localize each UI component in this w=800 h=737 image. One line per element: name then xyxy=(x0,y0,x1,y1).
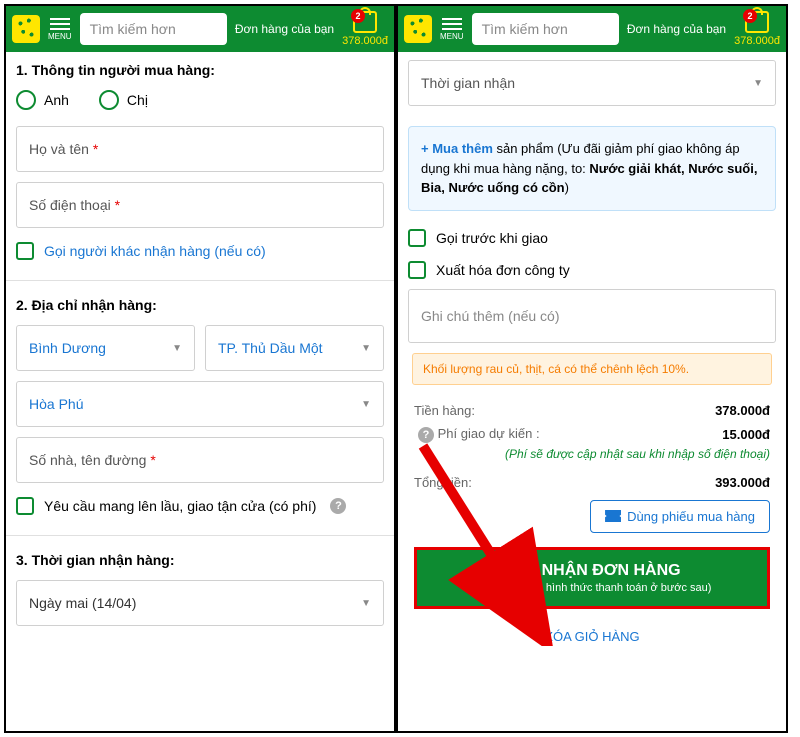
time-select[interactable]: Thời gian nhận▼ xyxy=(408,60,776,106)
province-select[interactable]: Bình Dương▼ xyxy=(16,325,195,371)
note-input[interactable]: Ghi chú thêm (nếu có) xyxy=(408,289,776,343)
cart-button[interactable]: 2 378.000đ xyxy=(734,11,780,47)
hamburger-icon xyxy=(442,18,462,30)
info-icon[interactable]: ? xyxy=(418,427,434,443)
checkbox-label: Yêu cầu mang lên lầu, giao tận cửa (có p… xyxy=(44,498,316,514)
cart-total: 378.000đ xyxy=(734,35,780,47)
section-delivery-time: 3. Thời gian nhận hàng: xyxy=(16,552,384,568)
clear-cart-link[interactable]: XÓA GIỎ HÀNG xyxy=(408,615,776,650)
chevron-down-icon: ▼ xyxy=(361,598,371,609)
other-recipient-checkbox[interactable]: Gọi người khác nhận hàng (nếu có) xyxy=(16,238,384,264)
voucher-label: Dùng phiếu mua hàng xyxy=(627,509,755,524)
summary-label: Tiền hàng: xyxy=(414,403,475,418)
goods-total-row: Tiền hàng: 378.000đ xyxy=(408,399,776,422)
checkbox-label: Gọi trước khi giao xyxy=(436,230,548,246)
promo-banner[interactable]: + Mua thêm sản phẩm (Ưu đãi giảm phí gia… xyxy=(408,126,776,211)
radio-label: Chị xyxy=(127,92,148,108)
chevron-down-icon: ▼ xyxy=(172,343,182,354)
app-header: MENU Tìm kiếm hơn Đơn hàng của bạn 2 378… xyxy=(6,6,394,52)
ward-select[interactable]: Hòa Phú▼ xyxy=(16,381,384,427)
summary-value: 393.000đ xyxy=(715,475,770,490)
radio-label: Anh xyxy=(44,92,69,108)
checkbox-icon xyxy=(16,242,34,260)
radio-icon xyxy=(16,90,36,110)
summary-label: ? Phí giao dự kiến : xyxy=(414,426,540,443)
checkbox-icon xyxy=(408,229,426,247)
chevron-down-icon: ▼ xyxy=(753,78,763,89)
my-orders-link[interactable]: Đơn hàng của bạn xyxy=(627,22,726,36)
add-more-link: + Mua thêm xyxy=(421,141,493,156)
street-input[interactable]: Số nhà, tên đường * xyxy=(16,437,384,483)
radio-icon xyxy=(99,90,119,110)
summary-label: Tổng tiền: xyxy=(414,475,472,490)
menu-label: MENU xyxy=(440,32,464,41)
menu-button[interactable]: MENU xyxy=(440,18,464,41)
cart-badge: 2 xyxy=(351,9,365,23)
checkbox-icon xyxy=(408,261,426,279)
menu-label: MENU xyxy=(48,32,72,41)
logo-icon xyxy=(12,15,40,43)
section-address: 2. Địa chỉ nhận hàng: xyxy=(16,297,384,313)
checkbox-label: Xuất hóa đơn công ty xyxy=(436,262,570,278)
required-mark: * xyxy=(115,197,120,213)
ticket-icon xyxy=(605,510,621,522)
required-mark: * xyxy=(150,452,155,468)
basket-icon: 2 xyxy=(353,11,377,33)
grand-total-row: Tổng tiền: 393.000đ xyxy=(408,471,776,494)
menu-button[interactable]: MENU xyxy=(48,18,72,41)
weight-warning: Khối lượng rau củ, thịt, cá có thể chênh… xyxy=(412,353,772,385)
chevron-down-icon: ▼ xyxy=(361,399,371,410)
confirm-sub-text: (Lựa chọn các hình thức thanh toán ở bướ… xyxy=(429,582,755,594)
radio-ms[interactable]: Chị xyxy=(99,90,148,110)
radio-mr[interactable]: Anh xyxy=(16,90,69,110)
search-input[interactable]: Tìm kiếm hơn xyxy=(80,13,227,45)
shipping-note: (Phí sẽ được cập nhật sau khi nhập số đi… xyxy=(408,447,776,461)
summary-value: 15.000đ xyxy=(722,427,770,442)
cart-total: 378.000đ xyxy=(342,35,388,47)
chevron-down-icon: ▼ xyxy=(361,343,371,354)
app-header: MENU Tìm kiếm hơn Đơn hàng của bạn 2 378… xyxy=(398,6,786,52)
stairs-checkbox[interactable]: Yêu cầu mang lên lầu, giao tận cửa (có p… xyxy=(16,493,384,519)
phone-input[interactable]: Số điện thoại * xyxy=(16,182,384,228)
summary-value: 378.000đ xyxy=(715,403,770,418)
voucher-button[interactable]: Dùng phiếu mua hàng xyxy=(590,500,770,533)
hamburger-icon xyxy=(50,18,70,30)
name-input[interactable]: Họ và tên * xyxy=(16,126,384,172)
shipping-row: ? Phí giao dự kiến : 15.000đ xyxy=(408,422,776,447)
cart-badge: 2 xyxy=(743,9,757,23)
checkbox-label: Gọi người khác nhận hàng (nếu có) xyxy=(44,243,266,259)
cart-button[interactable]: 2 378.000đ xyxy=(342,11,388,47)
basket-icon: 2 xyxy=(745,11,769,33)
city-select[interactable]: TP. Thủ Dầu Một▼ xyxy=(205,325,384,371)
info-icon[interactable]: ? xyxy=(330,498,346,514)
date-select[interactable]: Ngày mai (14/04)▼ xyxy=(16,580,384,626)
my-orders-link[interactable]: Đơn hàng của bạn xyxy=(235,22,334,36)
required-mark: * xyxy=(93,141,98,157)
confirm-main-text: XÁC NHẬN ĐƠN HÀNG xyxy=(429,562,755,580)
call-before-checkbox[interactable]: Gọi trước khi giao xyxy=(408,225,776,251)
logo-icon xyxy=(404,15,432,43)
section-buyer-info: 1. Thông tin người mua hàng: xyxy=(16,62,384,78)
search-input[interactable]: Tìm kiếm hơn xyxy=(472,13,619,45)
confirm-order-button[interactable]: XÁC NHẬN ĐƠN HÀNG (Lựa chọn các hình thứ… xyxy=(414,547,770,609)
invoice-checkbox[interactable]: Xuất hóa đơn công ty xyxy=(408,257,776,283)
checkbox-icon xyxy=(16,497,34,515)
